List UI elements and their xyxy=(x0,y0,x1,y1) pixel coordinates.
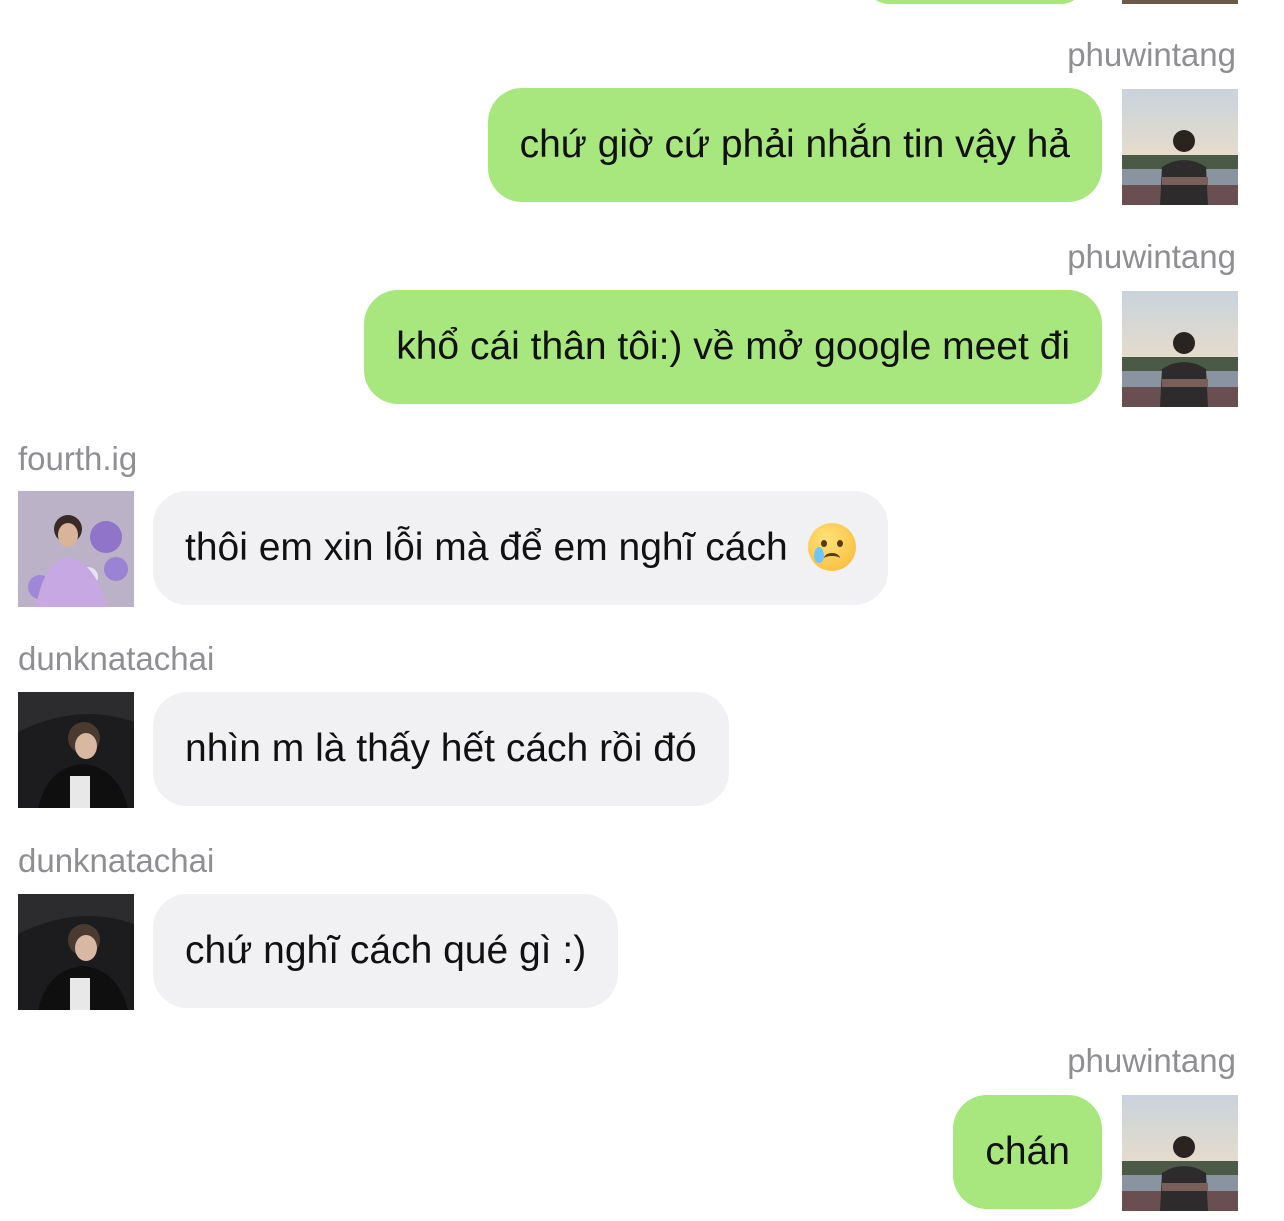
avatar[interactable] xyxy=(1122,89,1238,205)
face-holding-back-tears-icon xyxy=(808,522,857,571)
sender-name: phuwintang xyxy=(1067,36,1236,73)
avatar[interactable] xyxy=(18,692,134,808)
sender-name: phuwintang xyxy=(1067,238,1236,275)
message-bubble[interactable]: chứ nghĩ cách qué gì :) xyxy=(153,894,619,1008)
avatar xyxy=(1122,0,1238,4)
sender-name: dunknatachai xyxy=(18,842,215,879)
message-bubble[interactable]: khổ cái thân tôi:) về mở google meet đi xyxy=(364,290,1102,404)
avatar[interactable] xyxy=(1122,291,1238,407)
sender-name: fourth.ig xyxy=(18,440,138,477)
message-bubble[interactable]: thôi em xin lỗi mà để em nghĩ cách xyxy=(153,491,889,605)
message-bubble[interactable]: chán xyxy=(953,1095,1102,1209)
avatar[interactable] xyxy=(18,894,134,1010)
avatar[interactable] xyxy=(18,491,134,607)
message-bubble[interactable]: chứ giờ cứ phải nhắn tin vậy hả xyxy=(487,88,1102,202)
message-bubble[interactable]: nhìn m là thấy hết cách rồi đó xyxy=(153,692,729,806)
message-text: thôi em xin lỗi mà để em nghĩ cách xyxy=(185,526,788,569)
avatar[interactable] xyxy=(1122,1095,1238,1211)
sender-name: phuwintang xyxy=(1067,1042,1236,1079)
sender-name: dunknatachai xyxy=(18,640,215,677)
previous-message-bubble xyxy=(865,0,1085,4)
